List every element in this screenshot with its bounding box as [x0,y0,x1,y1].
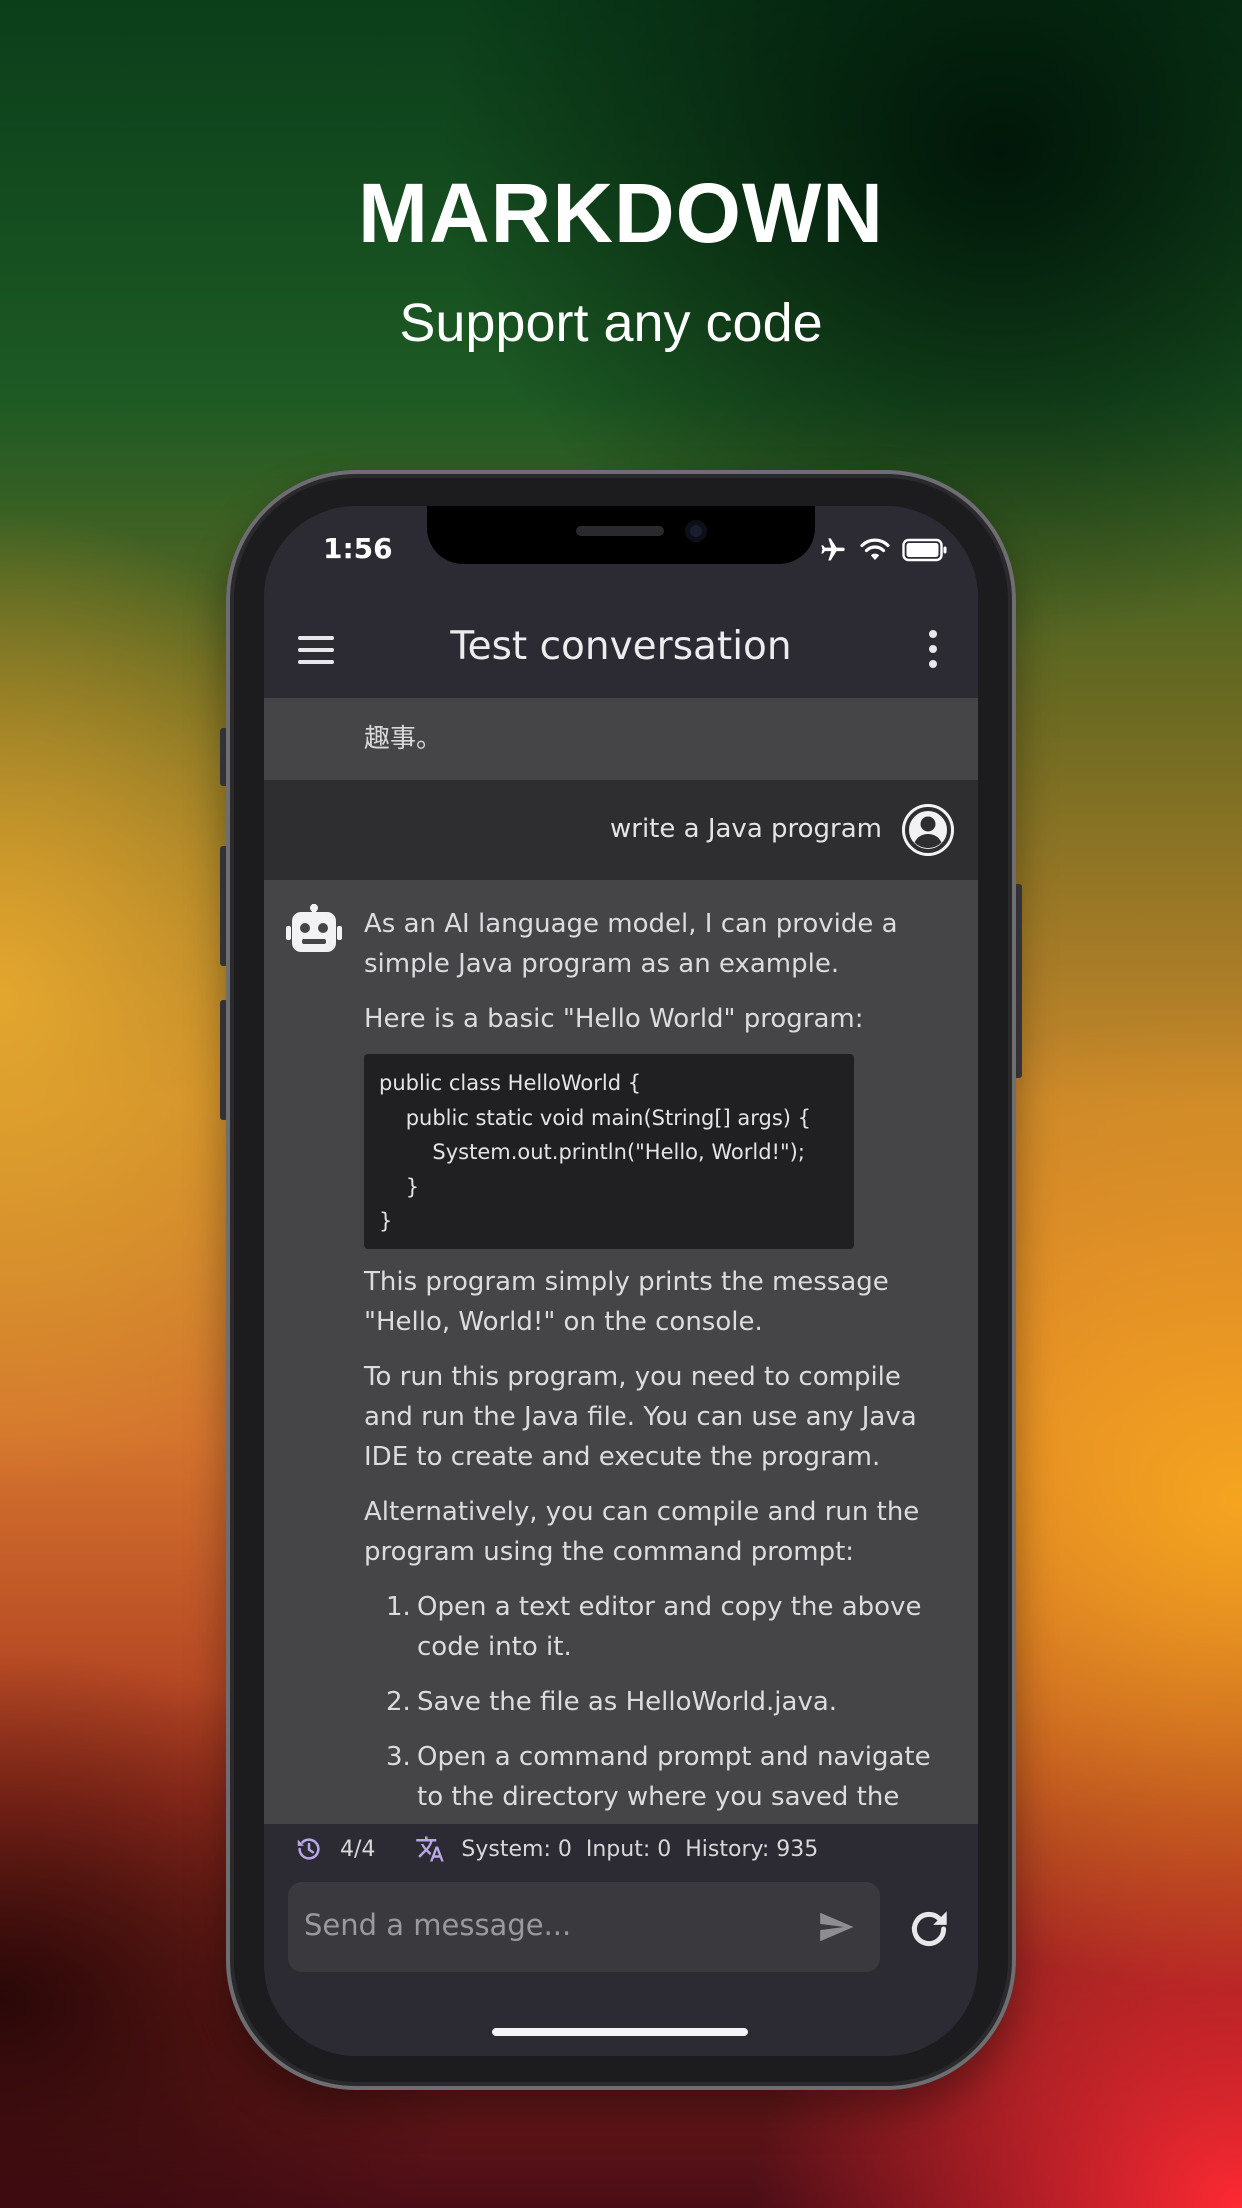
battery-icon [902,538,947,562]
message-input-placeholder: Send a message... [304,1908,572,1942]
message-input[interactable]: Send a message... [288,1882,880,1972]
earpiece-speaker [576,526,664,536]
history-tokens: History: 935 [685,1836,819,1862]
user-message: write a Java program [264,780,978,880]
bot-intro: As an AI language model, I can provide a… [364,909,898,979]
input-tokens: Input: 0 [585,1836,672,1862]
user-message-text: write a Java program [610,814,882,844]
code-block[interactable]: public class HelloWorld { public static … [364,1054,854,1249]
status-bar: 1:56 [264,506,978,606]
user-avatar-icon [902,804,954,856]
app-bar: Test conversation [264,606,978,698]
bot-message-body: As an AI language model, I can provide a… [364,904,954,1824]
code-line: System.out.println("Hello, World!"); [379,1140,805,1164]
bot-paragraph: This program simply prints the message "… [364,1266,889,1337]
list-item: 3. Open a command prompt and navigate to … [364,1737,954,1817]
refresh-icon[interactable] [904,1904,954,1954]
list-number: 1. [386,1591,411,1622]
composer-area: 4/4 System: 0 Input: 0 History: 935 Send… [264,1824,978,2056]
list-item: 1. Open a text editor and copy the above … [364,1587,954,1667]
bot-message: As an AI language model, I can provide a… [264,880,978,1824]
list-item-text: Open a command prompt and navigate to th… [417,1741,931,1812]
code-line: public class HelloWorld { [379,1071,642,1095]
history-count: 4/4 [340,1836,376,1862]
history-icon[interactable] [294,1834,324,1864]
code-line: } [379,1174,420,1199]
list-item: 2. Save the file as HelloWorld.java. [364,1682,954,1722]
list-item-text: Open a text editor and copy the above co… [417,1591,922,1662]
wifi-icon [860,538,890,560]
list-item-text: Save the file as HelloWorld.java. [417,1686,838,1717]
send-icon[interactable] [814,1908,858,1946]
home-indicator[interactable] [492,2028,748,2036]
list-number: 2. [386,1686,411,1717]
code-line: } [379,1209,393,1233]
status-time: 1:56 [323,532,393,565]
hero-subtitle: Support any code [399,293,823,353]
previous-message-line: 趣事。 [364,724,443,754]
previous-bot-message: 趣事。 [264,698,978,780]
more-vertical-icon[interactable] [928,630,938,674]
steps-list: 1. Open a text editor and copy the above … [364,1587,954,1817]
conversation-title: Test conversation [450,624,792,669]
robot-avatar-icon [286,904,342,956]
code-line: public static void main(String[] args) { [379,1105,812,1130]
token-stats: 4/4 System: 0 Input: 0 History: 935 [294,1832,832,1866]
bot-paragraph: Alternatively, you can compile and run t… [364,1496,920,1567]
list-number: 3. [386,1741,411,1772]
hero-title: MARKDOWN [358,166,884,260]
airplane-icon [821,538,845,561]
bot-paragraph: To run this program, you need to compile… [364,1361,917,1472]
bot-lead: Here is a basic "Hello World" program: [364,1004,864,1034]
status-icons [818,536,948,564]
translate-icon[interactable] [415,1834,445,1864]
chat-scroll-area[interactable]: 趣事。 write a Java program As an AI langua… [264,698,978,1824]
notch [427,506,815,564]
front-camera [685,520,707,542]
system-tokens: System: 0 [461,1836,572,1862]
phone-screen: 1:56 Test conversation 趣事。 write a Java … [264,506,978,2056]
